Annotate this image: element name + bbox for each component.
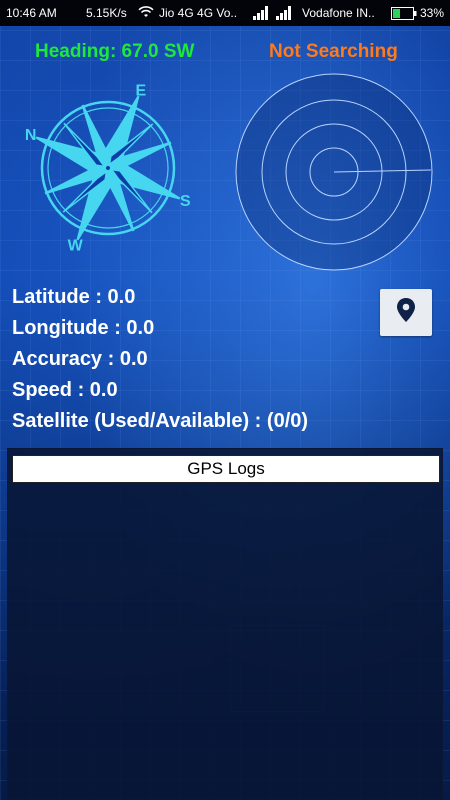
status-time: 10:46 AM [6, 6, 57, 20]
status-network1: Jio 4G 4G Vo.. [159, 6, 238, 20]
status-net-speed: 5.15K/s [86, 6, 127, 20]
wifi-icon [138, 4, 154, 23]
gps-logs-panel: GPS Logs [7, 448, 443, 800]
battery-icon [391, 7, 417, 23]
latitude-value: 0.0 [107, 286, 136, 308]
location-pin-icon [395, 297, 417, 328]
gps-logs-title: GPS Logs [12, 455, 440, 483]
gps-logs-list[interactable] [12, 485, 440, 795]
compass-letter: N [25, 127, 37, 144]
satellite-label: Satellite (Used/Available) : [12, 410, 267, 432]
speed-value: 0.0 [89, 379, 118, 401]
longitude-row: Longitude : 0.0 [12, 317, 154, 340]
status-network2: Vodafone IN.. [302, 6, 375, 20]
status-bar: 10:46 AM 5.15K/s Jio 4G 4G Vo.. Vodafone… [0, 0, 450, 26]
speed-row: Speed : 0.0 [12, 379, 118, 402]
speed-label: Speed : [12, 379, 90, 401]
accuracy-value: 0.0 [119, 348, 148, 370]
latitude-label: Latitude : [12, 286, 108, 308]
compass-letter: E [135, 83, 146, 100]
heading-text: Heading: 67.0 SW [35, 41, 195, 62]
accuracy-label: Accuracy : [12, 348, 120, 370]
compass-letter: W [68, 237, 84, 254]
signal-icon [276, 6, 294, 23]
accuracy-row: Accuracy : 0.0 [12, 348, 148, 371]
satellite-row: Satellite (Used/Available) : (0/0) [12, 410, 308, 433]
signal-icon [253, 6, 271, 23]
search-status-text: Not Searching [269, 41, 398, 62]
status-battery-percent: 33% [420, 6, 445, 20]
satellite-value: (0/0) [266, 410, 309, 432]
show-map-button[interactable] [380, 289, 432, 336]
latitude-row: Latitude : 0.0 [12, 286, 135, 309]
compass-letter: S [180, 193, 191, 210]
longitude-value: 0.0 [126, 317, 155, 339]
satellite-radar [234, 72, 434, 272]
longitude-label: Longitude : [12, 317, 127, 339]
compass-rose-icon: N S E W [18, 78, 198, 258]
